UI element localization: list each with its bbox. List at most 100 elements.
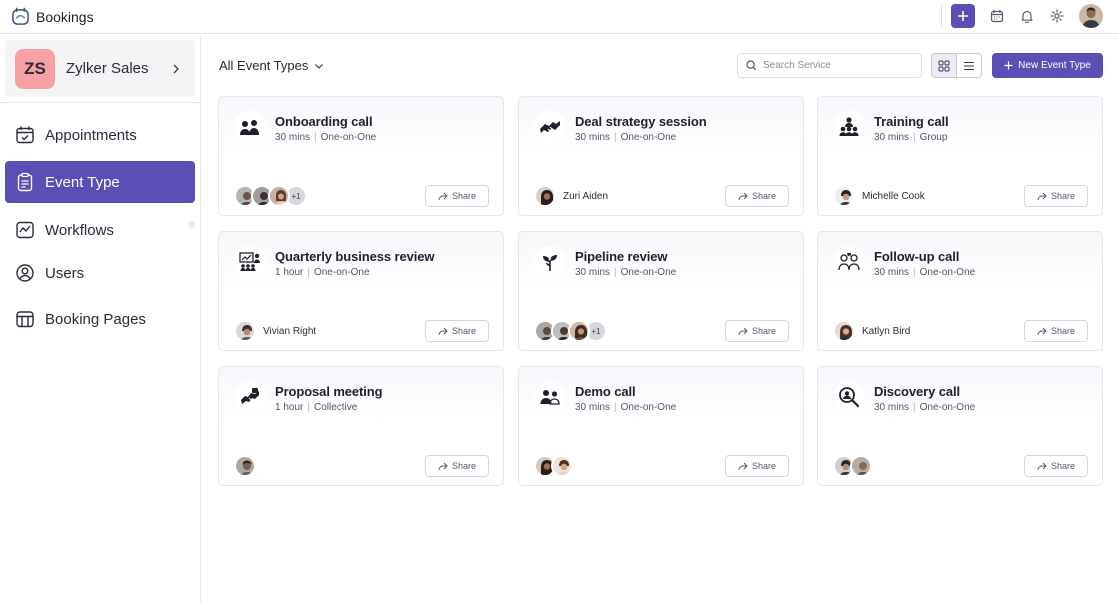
event-type-filter[interactable]: All Event Types (219, 58, 324, 73)
main-content: All Event Types New Event Type Onboardin… (201, 35, 1119, 604)
event-title: Deal strategy session (575, 114, 707, 129)
share-button[interactable]: Share (425, 455, 489, 477)
event-card-discovery-call[interactable]: Discovery call 30 mins | One-on-One Shar… (817, 366, 1103, 486)
host-avatars[interactable]: Katlyn Bird (833, 320, 910, 342)
host-avatars[interactable]: Vivian Right (234, 320, 316, 342)
share-label: Share (1050, 191, 1076, 201)
host-avatars[interactable] (534, 455, 573, 477)
event-card-pipeline-review[interactable]: $ Pipeline review 30 mins | One-on-One +… (518, 231, 804, 351)
org-switcher[interactable]: ZS Zylker Sales (5, 40, 195, 97)
event-title: Discovery call (874, 384, 961, 399)
chevron-right-icon (173, 64, 179, 73)
event-card-quarterly-business-review[interactable]: Quarterly business review 1 hour | One-o… (218, 231, 504, 351)
avatar (833, 320, 855, 342)
event-meta: 30 mins | One-on-One (874, 402, 975, 413)
search-input[interactable] (763, 60, 913, 71)
avatar (268, 185, 290, 207)
org-badge: ZS (15, 48, 55, 89)
share-button[interactable]: Share (1024, 320, 1088, 342)
event-meta: 30 mins | Group (874, 132, 947, 143)
brand[interactable]: Bookings (11, 7, 94, 26)
share-label: Share (1050, 326, 1076, 336)
meta-separator: | (614, 267, 617, 278)
new-event-type-button[interactable]: New Event Type (992, 53, 1103, 78)
event-kind: Collective (313, 402, 358, 413)
sidebar-item-label: Booking Pages (45, 310, 146, 328)
share-icon (738, 192, 748, 200)
event-card-follow-up-call[interactable]: Follow-up call 30 mins | One-on-One Katl… (817, 231, 1103, 351)
event-kind: One-on-One (919, 402, 976, 413)
share-button[interactable]: Share (425, 185, 489, 207)
event-card-training-call[interactable]: Training call 30 mins | Group Michelle C… (817, 96, 1103, 216)
share-button[interactable]: Share (725, 320, 789, 342)
user-circle-icon (15, 263, 35, 283)
search-field[interactable] (737, 53, 922, 78)
onboarding-icon (234, 111, 266, 143)
event-title: Onboarding call (275, 114, 373, 129)
event-meta: 1 hour | Collective (275, 402, 357, 413)
group-training-icon (833, 111, 865, 143)
share-label: Share (451, 191, 477, 201)
calendar-check-icon (15, 125, 35, 145)
host-avatars[interactable] (234, 455, 256, 477)
sidebar-item-appointments[interactable]: Appointments (5, 114, 195, 156)
share-icon (1037, 462, 1047, 470)
quick-add-button[interactable] (951, 4, 975, 28)
share-button[interactable]: Share (1024, 455, 1088, 477)
event-kind: One-on-One (919, 267, 976, 278)
host-avatars[interactable]: Zuri Aiden (534, 185, 608, 207)
presentation-icon (234, 246, 266, 278)
event-duration: 30 mins (874, 132, 910, 143)
view-toggle (931, 53, 982, 78)
avatar (534, 185, 556, 207)
share-button[interactable]: Share (1024, 185, 1088, 207)
host-name: Katlyn Bird (862, 325, 911, 337)
share-label: Share (751, 326, 777, 336)
host-avatars[interactable] (833, 455, 872, 477)
list-view-button[interactable] (957, 54, 981, 77)
share-icon (438, 462, 448, 470)
share-icon (738, 462, 748, 470)
event-meta: 30 mins | One-on-One (575, 267, 676, 278)
gear-icon (1050, 9, 1064, 23)
share-icon (738, 327, 748, 335)
settings-button[interactable] (1049, 8, 1065, 24)
list-icon (963, 61, 974, 70)
workflow-icon (15, 220, 35, 240)
profile-avatar[interactable] (1079, 4, 1103, 28)
meta-separator: | (307, 402, 310, 413)
sidebar-item-workflows[interactable]: Workflows (5, 209, 195, 251)
sidebar-item-users[interactable]: Users (5, 252, 195, 294)
meta-separator: | (913, 402, 916, 413)
share-button[interactable]: Share (725, 455, 789, 477)
event-kind: One-on-One (620, 132, 677, 143)
org-name: Zylker Sales (66, 60, 149, 77)
deal-icon (234, 381, 266, 413)
event-card-demo-call[interactable]: Demo call 30 mins | One-on-One Share (518, 366, 804, 486)
share-icon (438, 192, 448, 200)
event-card-deal-strategy-session[interactable]: Deal strategy session 30 mins | One-on-O… (518, 96, 804, 216)
host-avatars[interactable]: Michelle Cook (833, 185, 925, 207)
clipboard-icon (15, 172, 35, 192)
sidebar: ZS Zylker Sales Appointments Event Type … (0, 35, 201, 604)
host-avatars[interactable]: +1 (534, 320, 607, 342)
sidebar-item-event-type[interactable]: Event Type (5, 161, 195, 203)
avatar (833, 185, 855, 207)
bell-icon (1021, 10, 1033, 23)
share-button[interactable]: Share (725, 185, 789, 207)
event-title: Training call (874, 114, 949, 129)
event-kind: One-on-One (320, 132, 377, 143)
calendar-button[interactable] (989, 8, 1005, 24)
event-duration: 30 mins (874, 267, 910, 278)
event-card-proposal-meeting[interactable]: Proposal meeting 1 hour | Collective Sha… (218, 366, 504, 486)
notifications-button[interactable] (1019, 8, 1035, 24)
host-avatars[interactable]: +1 (234, 185, 307, 207)
event-card-onboarding-call[interactable]: Onboarding call 30 mins | One-on-One +1 … (218, 96, 504, 216)
share-button[interactable]: Share (425, 320, 489, 342)
scroll-indicator[interactable] (188, 221, 195, 228)
grid-view-button[interactable] (932, 54, 957, 77)
event-meta: 30 mins | One-on-One (275, 132, 376, 143)
sidebar-item-booking-pages[interactable]: Booking Pages (5, 298, 195, 340)
chat-users-icon (833, 246, 865, 278)
event-kind: One-on-One (313, 267, 370, 278)
